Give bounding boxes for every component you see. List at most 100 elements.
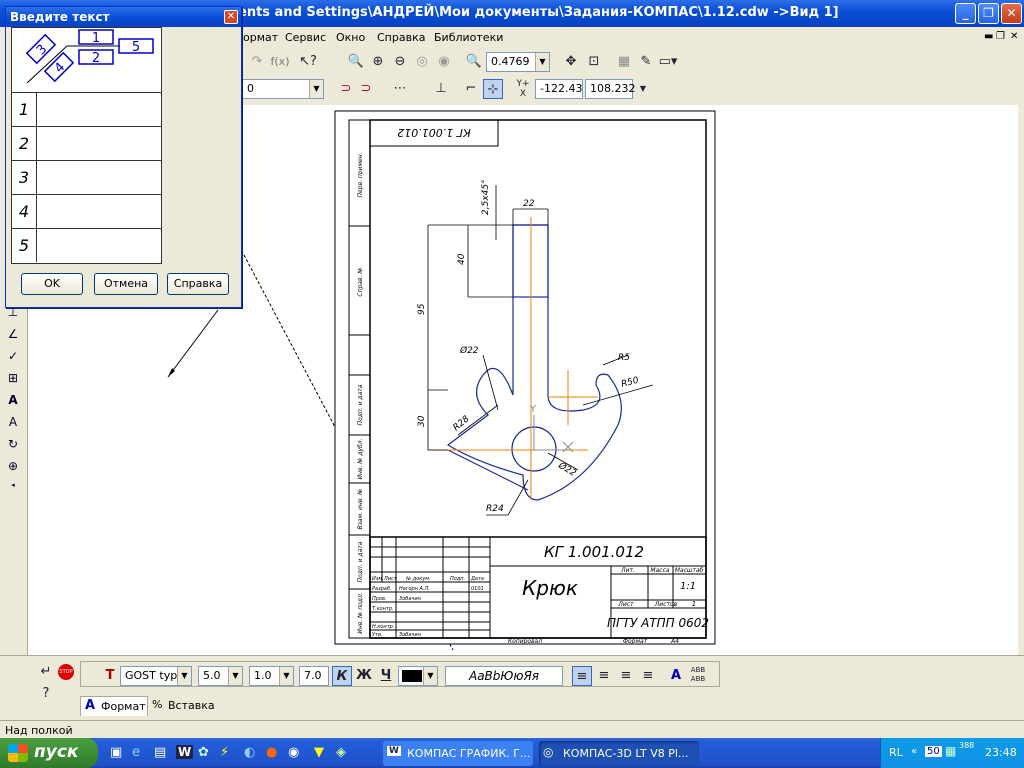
cursor-coords-icon[interactable]: ⊹: [483, 79, 503, 99]
task-kompas-3d[interactable]: ◎ КОМПАС-3D LT V8 Pl...: [539, 741, 699, 766]
ok-button[interactable]: OK: [21, 273, 83, 295]
snap-local-icon[interactable]: ⊃: [356, 79, 376, 99]
layer-dropdown-arrow-icon[interactable]: ▼: [309, 80, 323, 98]
coord-x-field[interactable]: -122.43: [535, 79, 583, 99]
vertical-scrollbar[interactable]: [1018, 105, 1024, 655]
minimize-button[interactable]: _: [955, 3, 976, 24]
help-icon[interactable]: ?: [36, 684, 56, 704]
redo-icon[interactable]: ↷: [247, 52, 267, 72]
tab-format[interactable]: A Формат: [80, 696, 148, 716]
pan-icon[interactable]: ✥: [561, 52, 581, 72]
task-kompas-graphic[interactable]: W КОМПАС ГРАФИК. Г...: [383, 741, 533, 766]
text-row-5[interactable]: 5: [12, 228, 161, 262]
show-all-icon[interactable]: ⊡: [584, 52, 604, 72]
language-indicator[interactable]: RL: [889, 746, 903, 759]
tab-insert[interactable]: % Вставка: [150, 696, 218, 716]
menu-libraries[interactable]: Библиотеки: [434, 31, 503, 44]
menu-help[interactable]: Справка: [377, 31, 425, 44]
narrowing-field[interactable]: 1.0 ▼: [249, 666, 294, 686]
bold-button[interactable]: К: [332, 666, 352, 686]
tool-table-icon[interactable]: ⊞: [4, 371, 22, 389]
fx-icon[interactable]: f(x): [270, 52, 290, 72]
tool-text-icon[interactable]: A: [4, 393, 22, 411]
font-dropdown-arrow-icon[interactable]: ▼: [177, 667, 191, 685]
cancel-button[interactable]: Отмена: [94, 273, 158, 295]
display-mode-icon[interactable]: ▭▾: [658, 52, 678, 72]
stop-icon[interactable]: STOP: [58, 664, 74, 680]
zoom-dropdown-arrow-icon[interactable]: ▼: [535, 53, 549, 71]
menu-format[interactable]: ормат: [243, 31, 278, 44]
zoom-scale-icon[interactable]: 🔍: [464, 52, 484, 72]
zoom-out-icon[interactable]: ⊖: [390, 52, 410, 72]
tool-more-icon[interactable]: ◂: [4, 481, 22, 499]
text-row-1[interactable]: 1: [12, 92, 161, 126]
size-dropdown-arrow-icon[interactable]: ▼: [228, 667, 242, 685]
local-cs-icon[interactable]: ⊥: [431, 79, 451, 99]
tray-app-icon[interactable]: ▦: [945, 744, 956, 758]
tool-text2-icon[interactable]: A: [4, 415, 22, 433]
quicklaunch-app5-icon[interactable]: ◉: [288, 745, 299, 760]
quicklaunch-save-icon[interactable]: ▤: [154, 745, 166, 760]
quicklaunch-app2-icon[interactable]: ⚡: [220, 745, 229, 760]
underline-button[interactable]: Ч: [376, 666, 396, 686]
close-button[interactable]: ✕: [1001, 3, 1022, 24]
text-style-icon[interactable]: A: [666, 666, 686, 686]
enter-object-icon[interactable]: ↵: [36, 662, 56, 682]
grid-icon[interactable]: ⋯: [390, 79, 410, 99]
tool-angle-icon[interactable]: ∠: [4, 327, 22, 345]
properties-icon[interactable]: ✎: [636, 52, 656, 72]
tray-number[interactable]: 50: [925, 746, 942, 757]
quicklaunch-app4-icon[interactable]: ●: [266, 745, 277, 760]
color-picker[interactable]: ▼: [398, 666, 438, 686]
menu-service[interactable]: Сервис: [285, 31, 326, 44]
quicklaunch-word-icon[interactable]: W: [176, 745, 194, 759]
quicklaunch-app7-icon[interactable]: ◈: [336, 745, 346, 760]
table-name-check: Зобачин: [399, 596, 422, 602]
text-row-2[interactable]: 2: [12, 126, 161, 160]
coord-y-field[interactable]: 108.232: [585, 79, 636, 99]
quicklaunch-ie-icon[interactable]: e: [132, 745, 140, 760]
maximize-button[interactable]: ❐: [978, 3, 999, 24]
font-field[interactable]: GOST type ▼: [120, 666, 192, 686]
align-center-icon[interactable]: ≡: [594, 666, 614, 686]
quicklaunch-app6-icon[interactable]: ▼: [314, 745, 324, 760]
coords-dropdown-icon[interactable]: ▼: [633, 79, 653, 99]
zoom-in-plus-icon[interactable]: ⊕: [368, 52, 388, 72]
text-row-4[interactable]: 4: [12, 194, 161, 228]
align-right-icon[interactable]: ≡: [616, 666, 636, 686]
menu-window[interactable]: Окно: [336, 31, 365, 44]
mdi-minimize-icon[interactable]: ▬: [984, 31, 993, 42]
quicklaunch-desktop-icon[interactable]: ▣: [110, 745, 122, 760]
start-button[interactable]: пуск: [0, 738, 98, 768]
align-justify-icon[interactable]: ≡: [638, 666, 658, 686]
clock[interactable]: 23:48: [985, 746, 1017, 759]
layer-field[interactable]: 0 ▼: [242, 79, 324, 99]
zoom-window-icon[interactable]: ◎: [412, 52, 432, 72]
select-pointer-icon[interactable]: ↖?: [298, 52, 318, 72]
zoom-in-icon[interactable]: 🔍: [346, 52, 366, 72]
dialog-close-icon[interactable]: ✕: [224, 10, 238, 24]
line-step-field[interactable]: 7.0: [299, 666, 329, 686]
quicklaunch-app3-icon[interactable]: ◐: [244, 745, 255, 760]
help-button[interactable]: Справка: [167, 273, 229, 295]
color-dropdown-arrow-icon[interactable]: ▼: [423, 667, 437, 685]
sign-cell-4: 4: [52, 60, 68, 76]
snap-magnet-icon[interactable]: ⊃: [336, 79, 356, 99]
italic-button[interactable]: Ж: [354, 666, 374, 686]
font-size-field[interactable]: 5.0 ▼: [198, 666, 243, 686]
zoom-prev-icon[interactable]: ◉: [434, 52, 454, 72]
tray-arrow-icon[interactable]: «: [911, 746, 917, 757]
tool-measure-icon[interactable]: ↻: [4, 437, 22, 455]
quicklaunch-app1-icon[interactable]: ✿: [198, 745, 209, 760]
text-row-3[interactable]: 3: [12, 160, 161, 194]
ortho-icon[interactable]: ⌐: [461, 79, 481, 99]
tool-edit-icon[interactable]: ✓: [4, 349, 22, 367]
abc-icon[interactable]: ABB ABB: [688, 666, 708, 686]
refresh-icon[interactable]: ▦: [614, 52, 634, 72]
tool-select-icon[interactable]: ⊕: [4, 459, 22, 477]
align-left-icon[interactable]: ≡: [572, 666, 592, 686]
mdi-restore-icon[interactable]: ❐: [996, 31, 1005, 42]
narrow-dropdown-arrow-icon[interactable]: ▼: [279, 667, 293, 685]
zoom-scale-field[interactable]: 0.4769 ▼: [486, 52, 550, 72]
mdi-close-icon[interactable]: ✕: [1010, 31, 1018, 42]
